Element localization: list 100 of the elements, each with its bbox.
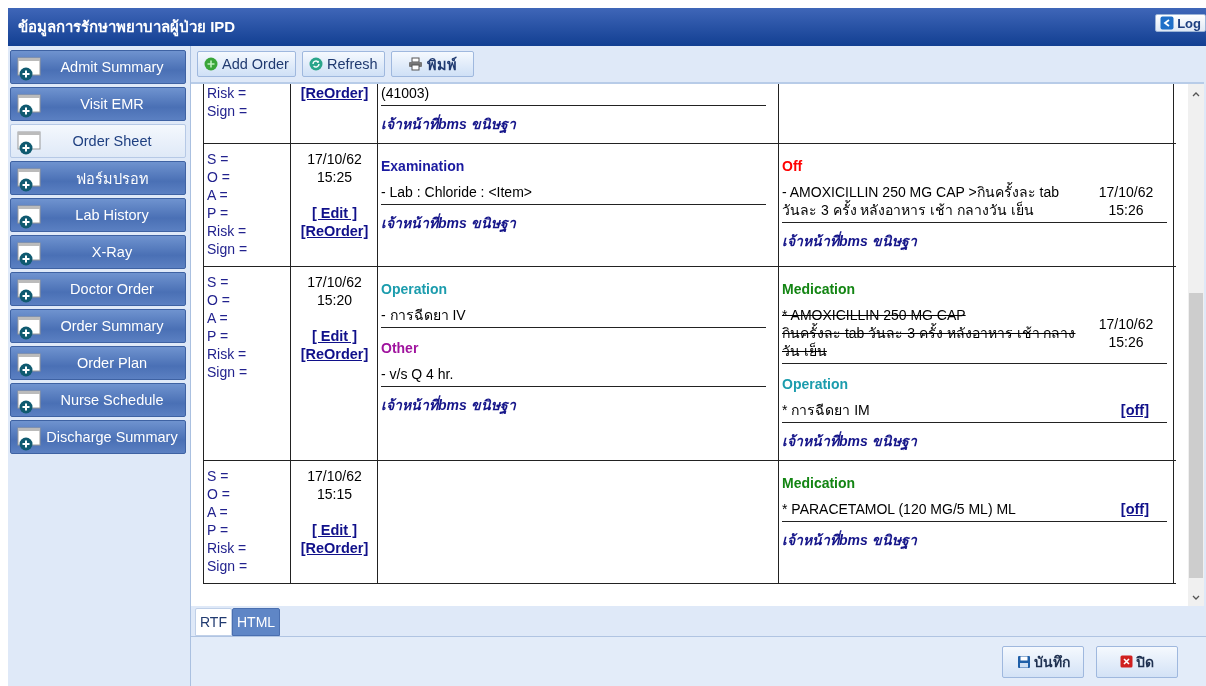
sidebar-item[interactable]: Admit Summary — [10, 50, 186, 84]
soap-label: Risk = — [207, 345, 247, 363]
signer-name: เจ้าหน้าที่bms ขนิษฐา — [782, 230, 918, 252]
section-heading: Off — [782, 158, 804, 174]
document-add-icon — [17, 279, 43, 303]
scrollbar[interactable] — [1188, 84, 1204, 606]
log-button[interactable]: Log — [1155, 14, 1206, 32]
refresh-button[interactable]: Refresh — [301, 51, 385, 77]
order-text: * AMOXICILLIN 250 MG CAP กินครั้งละ tab วันละ 3 ครั้ง หลังอาหาร เช้า กลางวัน เย็น — [782, 306, 1077, 360]
soap-label: A = — [207, 503, 228, 521]
document-add-icon — [17, 427, 43, 451]
signer-name: เจ้าหน้าที่bms ขนิษฐา — [782, 430, 918, 452]
order-link[interactable]: [ReOrder] — [300, 539, 369, 557]
signer-name: เจ้าหน้าที่bms ขนิษฐา — [381, 113, 517, 135]
order-link[interactable]: [ Edit ] — [311, 204, 358, 222]
section-heading: Examination — [381, 158, 466, 174]
soap-label: P = — [207, 327, 229, 345]
soap-label: S = — [207, 467, 229, 485]
document-add-icon — [17, 94, 43, 118]
order-text: - AMOXICILLIN 250 MG CAP >กินครั้งละ tab วันละ 3 ครั้ง หลังอาหาร เช้า กลางวัน เย็น — [782, 183, 1060, 219]
sidebar-item[interactable]: Visit EMR — [10, 87, 186, 121]
sidebar-item[interactable]: Order Summary — [10, 309, 186, 343]
document-add-icon — [17, 168, 43, 192]
section-heading: Operation — [782, 376, 850, 392]
order-date: 17/10/62 — [1098, 315, 1154, 333]
section-heading: Medication — [782, 281, 857, 297]
sidebar-item[interactable]: X-Ray — [10, 235, 186, 269]
document-add-icon — [17, 57, 43, 81]
sidebar-item[interactable]: Order Plan — [10, 346, 186, 380]
soap-label: O = — [207, 485, 230, 503]
order-text: - การฉีดยา IV — [381, 306, 467, 324]
order-time: 15:26 — [1108, 201, 1144, 219]
exit-icon — [1160, 16, 1175, 30]
section-heading: Other — [381, 340, 420, 356]
close-button[interactable]: ปิด — [1096, 645, 1178, 678]
sidebar-item[interactable]: Discharge Summary — [10, 420, 186, 454]
scroll-down-icon — [1191, 594, 1201, 602]
add-order-button[interactable]: Add Order — [197, 51, 296, 77]
order-date: 17/10/62 — [307, 273, 362, 291]
soap-label: S = — [207, 273, 229, 291]
order-date: 17/10/62 — [307, 467, 362, 485]
sidebar-item[interactable]: Nurse Schedule — [10, 383, 186, 417]
soap-label: Sign = — [207, 363, 248, 381]
signer-name: เจ้าหน้าที่bms ขนิษฐา — [381, 212, 517, 234]
sidebar-item[interactable]: Order Sheet — [10, 124, 186, 158]
order-link[interactable]: [ Edit ] — [311, 521, 358, 539]
window-title: ข้อมูลการรักษาพยาบาลผู้ป่วย IPD — [18, 17, 236, 39]
soap-label: P = — [207, 204, 229, 222]
order-link[interactable]: [ReOrder] — [300, 345, 369, 363]
soap-label: Sign = — [207, 102, 248, 120]
soap-label: P = — [207, 521, 229, 539]
refresh-icon — [308, 57, 323, 71]
soap-label: A = — [207, 309, 228, 327]
order-text: - v/s Q 4 hr. — [381, 365, 455, 383]
soap-label: Sign = — [207, 557, 248, 575]
print-button[interactable]: พิมพ์ — [390, 51, 474, 77]
signer-name: เจ้าหน้าที่bms ขนิษฐา — [381, 394, 517, 416]
document-add-icon — [17, 131, 43, 155]
add-icon — [204, 57, 218, 71]
sidebar-item[interactable]: Doctor Order — [10, 272, 186, 306]
order-time: 15:20 — [316, 291, 352, 309]
order-date: 17/10/62 — [1098, 183, 1154, 201]
order-text: * การฉีดยา IM — [782, 401, 871, 419]
scroll-thumb[interactable] — [1189, 293, 1203, 578]
off-link[interactable]: [off] — [1120, 401, 1149, 419]
view-tab[interactable]: HTML — [231, 608, 281, 636]
soap-label: Risk = — [207, 539, 247, 557]
sidebar-item[interactable]: Lab History — [10, 198, 186, 232]
order-time: 15:25 — [316, 168, 352, 186]
order-time: 15:26 — [1108, 333, 1144, 351]
printer-icon — [407, 57, 423, 71]
soap-label: S = — [207, 150, 229, 168]
order-link[interactable]: [ Edit ] — [311, 327, 358, 345]
order-date: 17/10/62 — [307, 150, 362, 168]
order-text: * PARACETAMOL (120 MG/5 ML) ML — [782, 500, 1017, 518]
document-add-icon — [17, 353, 43, 377]
document-add-icon — [17, 390, 43, 414]
section-heading: Medication — [782, 475, 857, 491]
order-link[interactable]: [ReOrder] — [300, 84, 369, 102]
soap-label: O = — [207, 291, 230, 309]
order-time: 15:15 — [316, 485, 352, 503]
document-add-icon — [17, 205, 43, 229]
soap-label: Sign = — [207, 240, 248, 258]
close-icon — [1120, 655, 1133, 668]
document-add-icon — [17, 242, 43, 266]
sidebar-item[interactable]: ฟอร์มปรอท — [10, 161, 186, 195]
scroll-up-icon — [1191, 90, 1201, 98]
save-button[interactable]: บันทึก — [1002, 645, 1084, 678]
soap-label: Risk = — [207, 84, 247, 102]
soap-label: A = — [207, 186, 228, 204]
view-tab[interactable]: RTF — [195, 608, 232, 636]
order-link[interactable]: [ReOrder] — [300, 222, 369, 240]
section-heading: Operation — [381, 281, 449, 297]
off-link[interactable]: [off] — [1120, 500, 1149, 518]
soap-label: O = — [207, 168, 230, 186]
soap-label: Risk = — [207, 222, 247, 240]
order-text: (41003) — [381, 84, 431, 102]
document-add-icon — [17, 316, 43, 340]
signer-name: เจ้าหน้าที่bms ขนิษฐา — [782, 529, 918, 551]
order-text: - Lab : Chloride : <Item> — [381, 183, 533, 201]
